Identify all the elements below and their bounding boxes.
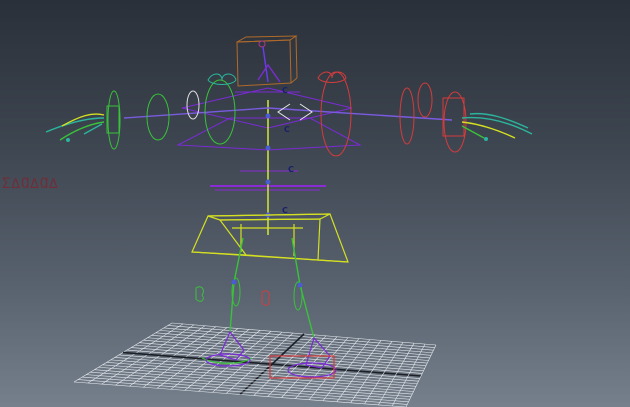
neck-joints[interactable] (257, 46, 281, 83)
left-hand-controls[interactable] (45, 113, 105, 142)
pivot-label: C (282, 86, 288, 95)
hip-control[interactable] (191, 213, 349, 263)
right-hand-controls[interactable] (461, 112, 533, 141)
right-arm-controls[interactable] (267, 71, 467, 157)
maya-viewport[interactable]: Ʃ∆Ɑ∆Ɑ∆ C C C C (0, 0, 630, 407)
background-artifact-text: Ʃ∆Ɑ∆Ɑ∆ (2, 176, 59, 192)
pivot-label: C (288, 165, 294, 174)
pivot-label: C (284, 125, 290, 134)
scene-canvas (45, 35, 533, 407)
ground-grid (73, 322, 437, 407)
leg-joints[interactable] (229, 237, 315, 339)
grid-line (267, 335, 327, 397)
pivot-label: C (282, 206, 288, 215)
